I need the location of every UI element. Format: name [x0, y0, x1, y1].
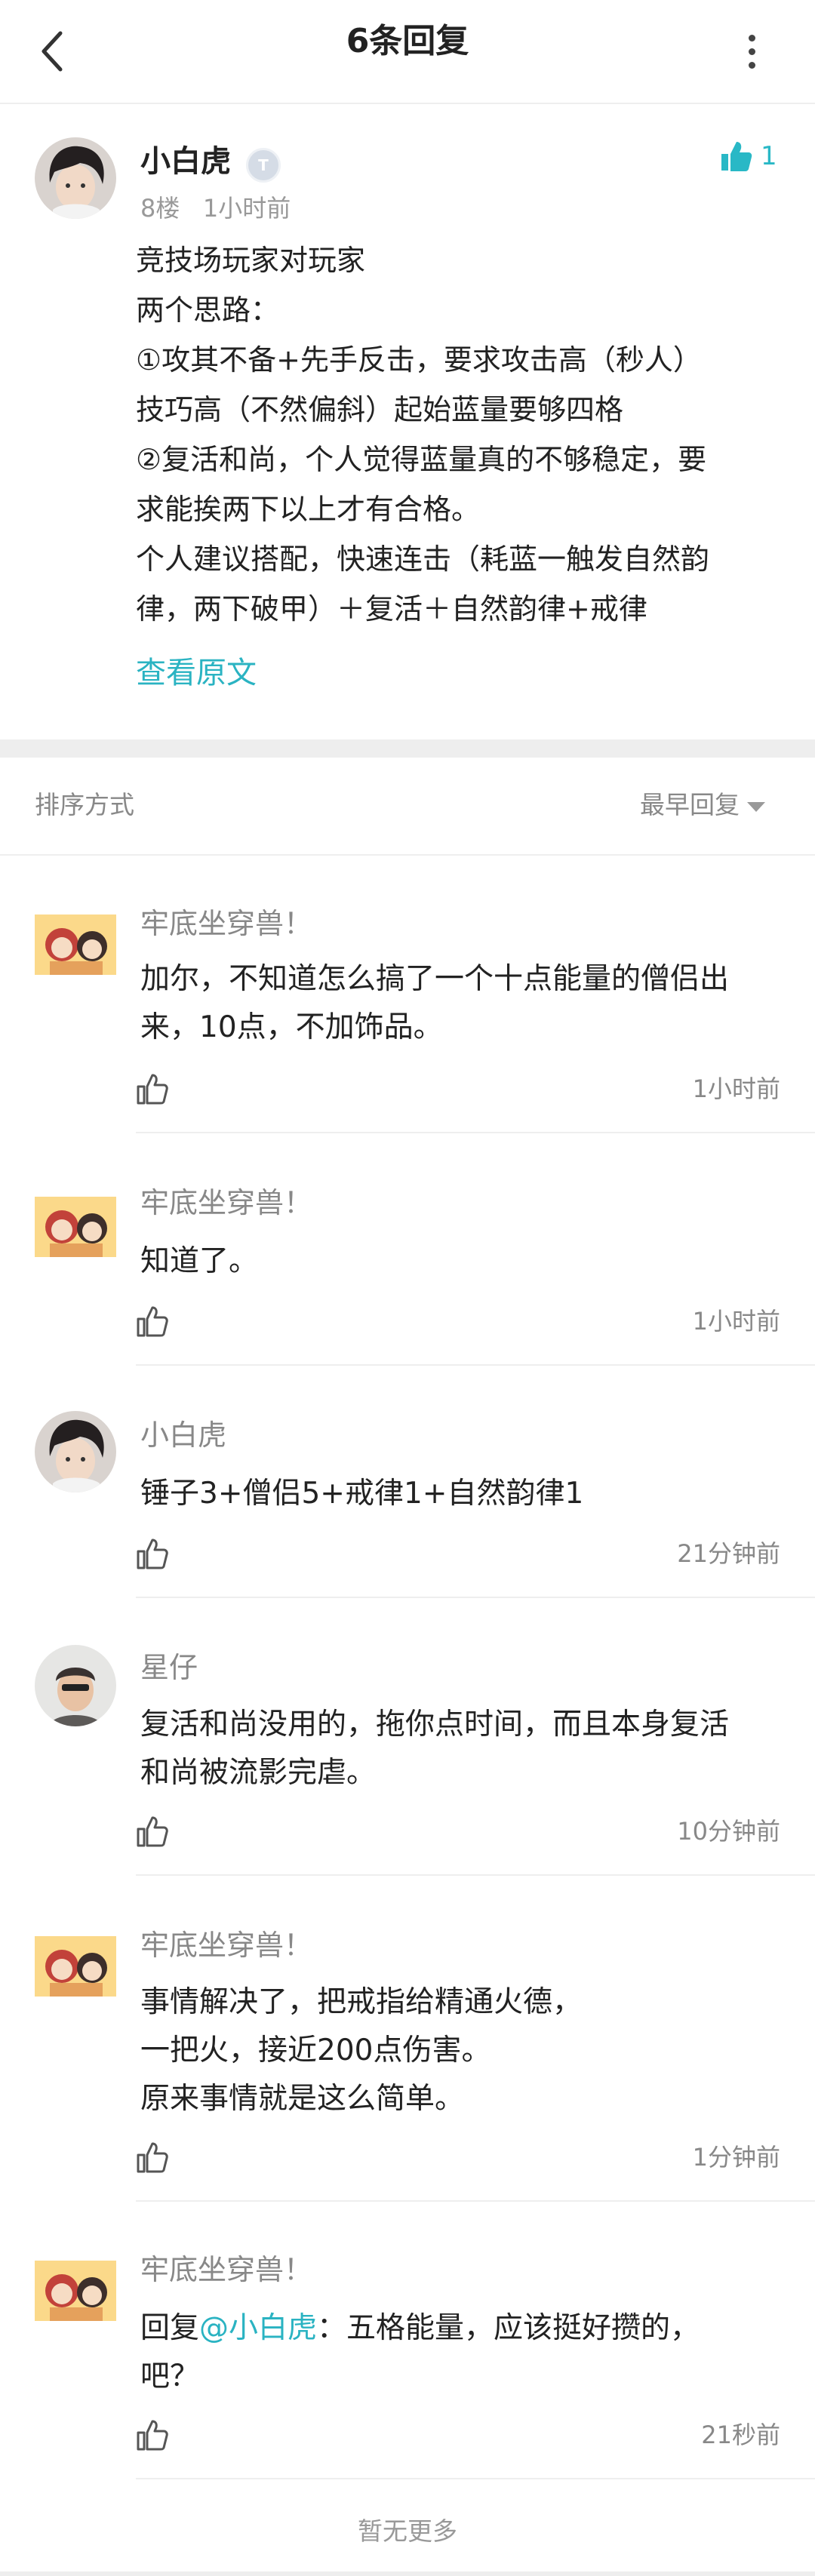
thumbs-up-icon[interactable] [134, 1071, 172, 1109]
reply-time: 10分钟前 [677, 1817, 780, 1846]
reply-author[interactable]: 牢底坐穿兽！ [140, 2250, 312, 2289]
reply-content: 回复@小白虎：五格能量，应该挺好攒的， 吧？ [140, 2304, 789, 2401]
thumbs-up-icon[interactable] [134, 1814, 172, 1852]
reply-divider [136, 2478, 815, 2479]
post-floor: 8楼 [140, 194, 180, 223]
reply-line: 吧？ [140, 2359, 200, 2393]
more-vertical-icon[interactable] [729, 21, 774, 81]
sort-dropdown[interactable]: 最早回复 [640, 788, 765, 822]
post-line: 技巧高（不然偏斜）起始蓝量要够四格 [136, 393, 624, 426]
page-title: 6条回复 [346, 22, 469, 60]
reply-time: 1分钟前 [692, 2143, 780, 2172]
reply-content: 加尔，不知道怎么搞了一个十点能量的僧侣出 来，10点，不加饰品。 [140, 955, 789, 1052]
top-bar: 6条回复 [0, 0, 815, 104]
reply-author[interactable]: 牢底坐穿兽！ [140, 1926, 312, 1965]
avatar[interactable] [35, 1936, 116, 1997]
thumbs-up-icon[interactable] [134, 1536, 172, 1574]
thumbs-up-icon[interactable] [134, 2418, 172, 2455]
reply-line: 事情解决了，把戒指给精通火德， [140, 1985, 583, 2019]
post-line: 竞技场玩家对玩家 [136, 244, 366, 277]
reply-time: 21秒前 [701, 2421, 780, 2449]
reply-divider [136, 1597, 815, 1598]
section-divider [0, 739, 815, 758]
reply-line: 锤子3+僧侣5+戒律1+自然韵律1 [140, 1477, 584, 1511]
thumbs-up-icon[interactable] [134, 1304, 172, 1342]
post-like-count: 1 [761, 141, 777, 171]
avatar[interactable] [35, 2261, 116, 2321]
reply-divider [136, 2200, 815, 2202]
level-badge-icon: T [246, 148, 281, 183]
sort-label: 排序方式 [35, 790, 134, 819]
view-original-link[interactable]: 查看原文 [136, 650, 257, 696]
post-line: 律，两下破甲）＋复活＋自然韵律+戒律 [136, 592, 647, 626]
reply-content: 复活和尚没用的，拖你点时间，而且本身复活 和尚被流影完虐。 [140, 1701, 789, 1797]
post-like-button[interactable]: 1 [718, 139, 777, 174]
reply-content: 锤子3+僧侣5+戒律1+自然韵律1 [140, 1470, 789, 1518]
reply-line: 复活和尚没用的，拖你点时间，而且本身复活 [140, 1708, 730, 1741]
avatar[interactable] [35, 137, 116, 219]
post-author[interactable]: 小白虎 [140, 140, 231, 183]
post-line: 两个思路： [136, 294, 280, 327]
no-more-label: 暂无更多 [358, 2516, 457, 2546]
post-line: 个人建议搭配，快速连击（耗蓝一触发自然韵 [136, 543, 710, 576]
reply-line: 和尚被流影完虐。 [140, 1756, 377, 1790]
mention-link[interactable]: @小白虎 [199, 2311, 317, 2345]
reply-prefix: 回复 [140, 2311, 200, 2345]
reply-line: ：五格能量，应该挺好攒的， [317, 2311, 700, 2345]
reply-divider [136, 1364, 815, 1366]
reply-time: 21分钟前 [677, 1539, 780, 1568]
post-line: ①攻其不备+先手反击，要求攻击高（秒人） [136, 343, 702, 377]
reply-line: 原来事情就是这么简单。 [140, 2082, 465, 2116]
avatar[interactable] [35, 1645, 116, 1726]
reply-content: 事情解决了，把戒指给精通火德， 一把火，接近200点伤害。 原来事情就是这么简单… [140, 1978, 789, 2123]
reply-content: 知道了。 [140, 1237, 789, 1286]
reply-divider [136, 1132, 815, 1133]
reply-time: 1小时前 [692, 1307, 780, 1336]
thumbs-up-icon [721, 142, 752, 171]
caret-down-icon [747, 801, 765, 812]
post-line: 求能挨两下以上才有合格。 [136, 493, 481, 526]
thumbs-up-icon[interactable] [134, 2140, 172, 2178]
reply-divider [136, 1874, 815, 1876]
reply-author[interactable]: 小白虎 [140, 1416, 226, 1455]
reply-line: 知道了。 [140, 1244, 259, 1278]
reply-author[interactable]: 牢底坐穿兽！ [140, 1183, 312, 1222]
avatar[interactable] [35, 1197, 116, 1257]
reply-time: 1小时前 [692, 1074, 780, 1103]
post-content: 竞技场玩家对玩家 两个思路： ①攻其不备+先手反击，要求攻击高（秒人） 技巧高（… [136, 235, 785, 634]
post-meta: 8楼 1小时前 [140, 192, 291, 225]
reply-line: 加尔，不知道怎么搞了一个十点能量的僧侣出 [140, 962, 730, 996]
post-line: ②复活和尚，个人觉得蓝量真的不够稳定，要 [136, 443, 707, 476]
reply-author[interactable]: 星仔 [140, 1648, 198, 1687]
avatar[interactable] [35, 1411, 116, 1492]
reply-author[interactable]: 牢底坐穿兽！ [140, 904, 312, 943]
avatar[interactable] [35, 915, 116, 975]
sort-value: 最早回复 [640, 790, 740, 819]
post-time: 1小时前 [202, 194, 291, 223]
reply-line: 一把火，接近200点伤害。 [140, 2033, 491, 2067]
reply-line: 来，10点，不加饰品。 [140, 1010, 443, 1044]
sort-bar: 排序方式 最早回复 [0, 758, 815, 856]
bottom-divider [0, 2571, 815, 2576]
